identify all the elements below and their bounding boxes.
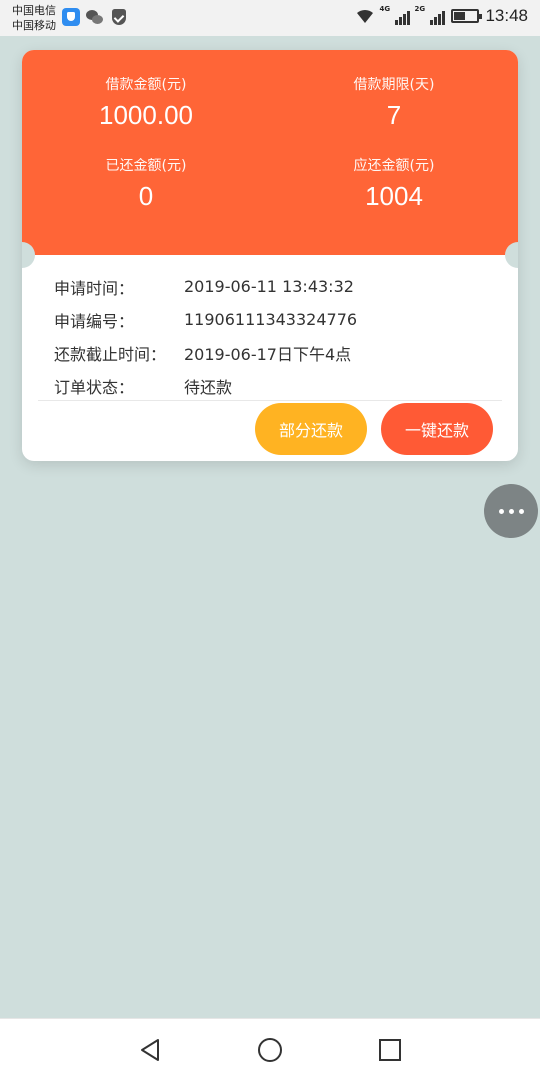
full-repay-button[interactable]: 一键还款 [381,403,493,455]
security-shield-icon [110,8,128,26]
loan-summary-header: 借款金额(元) 1000.00 借款期限(天) 7 已还金额(元) 0 应还金额… [22,50,518,255]
carrier-2: 中国移动 [12,19,56,32]
detail-row: 申请编号： 11906111343324776 [54,303,494,336]
loan-term-value: 7 [386,100,402,130]
more-dots-icon [498,508,524,514]
status-bar: 中国电信 中国移动 4G 2G 13:48 [0,0,540,36]
detail-row: 申请时间： 2019-06-11 13:43:32 [54,270,494,303]
network-type-2: 2G [414,5,426,13]
repay-deadline-label: 还款截止时间： [54,344,167,364]
apply-time-label: 申请时间： [54,278,135,298]
repaid-amount: 已还金额(元) 0 [22,155,270,212]
repaid-amount-label: 已还金额(元) [105,158,187,174]
battery-icon [451,9,483,23]
order-details: 申请时间： 2019-06-11 13:43:32 申请编号： 11906111… [54,270,494,402]
due-amount-value: 1004 [365,181,423,211]
clock: 13:48 [485,6,528,25]
carrier-info: 中国电信 中国移动 [12,3,56,33]
signal-icon: 4G [379,5,411,25]
due-amount-label: 应还金额(元) [353,158,435,174]
due-amount: 应还金额(元) 1004 [270,155,518,212]
wechat-icon [86,8,104,26]
apply-number-value: 11906111343324776 [184,310,358,329]
loan-amount-label: 借款金额(元) [105,77,187,93]
network-type-1: 4G [379,5,391,13]
detail-row: 还款截止时间： 2019-06-17日下午4点 [54,336,494,369]
partial-repay-button[interactable]: 部分还款 [255,403,367,455]
notification-icons [62,8,128,26]
back-icon[interactable] [136,1036,164,1064]
loan-amount: 借款金额(元) 1000.00 [22,74,270,131]
apply-time-value: 2019-06-11 13:43:32 [184,277,354,296]
recents-icon[interactable] [376,1036,404,1064]
divider [38,400,502,401]
order-status-label: 订单状态： [54,377,135,397]
system-indicators: 4G 2G 13:48 [355,5,528,26]
order-status-value: 待还款 [184,377,233,397]
loan-amount-value: 1000.00 [99,100,193,130]
wifi-icon [355,8,375,24]
repaid-amount-value: 0 [138,181,154,211]
loan-term: 借款期限(天) 7 [270,74,518,131]
detail-row: 订单状态： 待还款 [54,369,494,402]
repay-deadline-value: 2019-06-17日下午4点 [184,344,352,364]
home-icon[interactable] [256,1036,284,1064]
loan-card: 借款金额(元) 1000.00 借款期限(天) 7 已还金额(元) 0 应还金额… [22,50,518,461]
more-floating-button[interactable] [484,484,538,538]
navigation-bar [0,1018,540,1080]
carrier-1: 中国电信 [12,4,56,17]
ticket-notch-right [505,242,518,268]
apply-number-label: 申请编号： [54,311,135,331]
loan-term-label: 借款期限(天) [353,77,435,93]
signal-icon: 2G [414,5,446,25]
app-shield-icon [62,8,80,26]
